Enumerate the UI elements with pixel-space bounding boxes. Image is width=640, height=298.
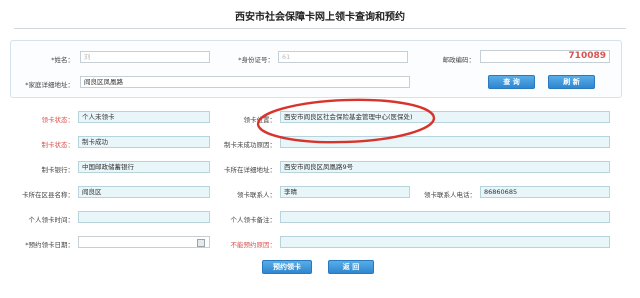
district-field: 阎良区: [78, 186, 210, 198]
name-input[interactable]: 刘: [80, 51, 210, 63]
issuing-bank-field: 中国邮政储蓄银行: [78, 161, 210, 173]
book-card-button[interactable]: 预约领卡: [262, 260, 312, 274]
contact-person-label: 领卡联系人：: [237, 191, 276, 199]
home-address-label: *家庭详细地址：: [25, 81, 74, 89]
contact-phone-label: 领卡联系人电话：: [424, 191, 476, 199]
name-label: *姓名：: [51, 56, 74, 64]
make-status-label: 制卡状态：: [41, 141, 75, 149]
annotation-ellipse: [256, 98, 436, 144]
make-status-field: 制卡成功: [78, 136, 210, 148]
booking-date-input[interactable]: [78, 236, 210, 248]
back-button[interactable]: 返 回: [328, 260, 374, 274]
no-booking-reason-field: [280, 236, 610, 248]
zip-code-input[interactable]: 710089: [480, 50, 610, 63]
personal-note-label: 个人领卡备注：: [230, 216, 277, 224]
issuing-bank-label: 制卡银行：: [41, 166, 75, 174]
contact-person-field: 李晴: [280, 186, 410, 198]
card-status-label: 领卡状态：: [41, 116, 75, 124]
calendar-icon[interactable]: [197, 239, 205, 247]
title-divider: [14, 28, 626, 29]
contact-phone-field: 86860685: [480, 186, 610, 198]
page-title: 西安市社会保障卡网上领卡查询和预约: [235, 12, 405, 23]
search-panel: [10, 40, 622, 98]
personal-time-label: 个人领卡时间：: [28, 216, 75, 224]
personal-note-field: [280, 211, 610, 223]
personal-time-field: [78, 211, 210, 223]
query-button[interactable]: 查 询: [488, 75, 535, 89]
booking-date-label: *预约领卡日期：: [25, 241, 74, 249]
home-address-input[interactable]: 阎良区凤凰路: [80, 76, 410, 88]
card-address-label: 卡所在详细地址：: [224, 166, 276, 174]
refresh-button[interactable]: 刷 新: [548, 75, 595, 89]
zip-code-label: 邮政编码：: [442, 56, 476, 64]
district-label: 卡所在区县名称：: [22, 191, 74, 199]
card-status-field: 个人未领卡: [78, 111, 210, 123]
id-number-label: *身份证号：: [238, 56, 274, 64]
id-number-input[interactable]: 61: [278, 51, 408, 63]
no-booking-reason-label: 不能预约原因：: [230, 241, 277, 249]
card-address-field: 西安市阎良区凤凰路9号: [280, 161, 610, 173]
